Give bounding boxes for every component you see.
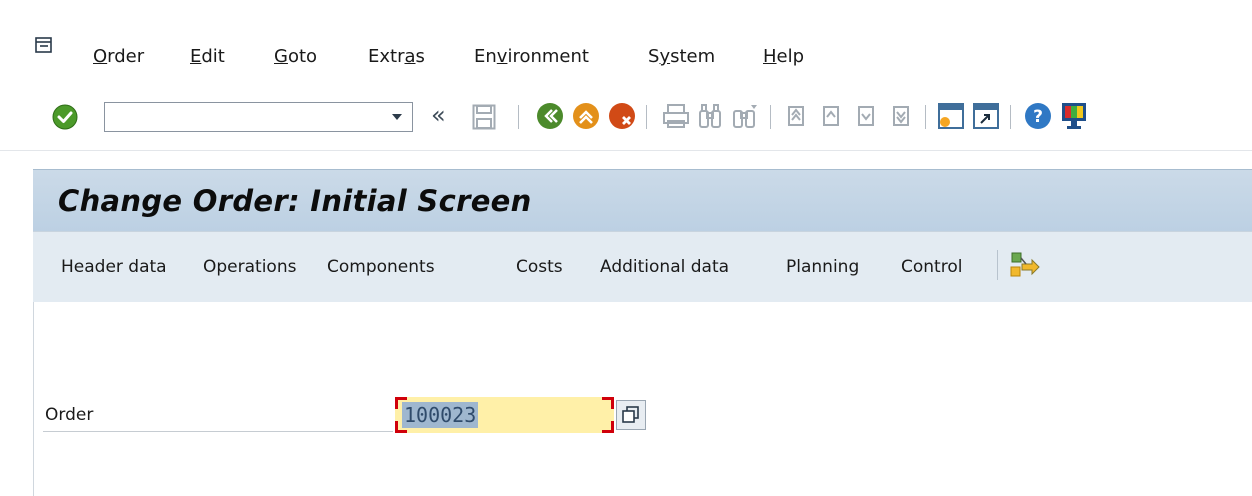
previous-page-icon[interactable]: [818, 103, 844, 129]
menu-list-icon[interactable]: [35, 37, 53, 54]
required-marker-bottom-left: [395, 421, 407, 433]
order-input-value: 100023: [402, 402, 479, 428]
control-button[interactable]: Control: [901, 257, 962, 277]
command-field[interactable]: [104, 102, 413, 132]
costs-button[interactable]: Costs: [516, 257, 563, 277]
menu-environment[interactable]: Environment: [474, 46, 589, 67]
order-input[interactable]: 100023: [395, 397, 614, 433]
find-next-icon[interactable]: [731, 103, 759, 129]
toolbar-separator: [997, 250, 998, 280]
help-icon[interactable]: ?: [1023, 101, 1053, 131]
shortcut-icon[interactable]: [972, 102, 1000, 130]
exit-icon[interactable]: [571, 101, 601, 131]
collapse-chevron-icon[interactable]: «: [431, 101, 446, 129]
work-area: Order 100023: [33, 302, 1252, 496]
toolbar-separator: [925, 105, 926, 129]
header-data-button[interactable]: Header data: [61, 257, 167, 277]
svg-text:?: ?: [1033, 107, 1043, 127]
order-label: Order: [45, 405, 94, 425]
cancel-icon[interactable]: [607, 101, 637, 131]
first-page-icon[interactable]: [783, 103, 809, 129]
menu-extras[interactable]: Extras: [368, 46, 425, 67]
page-title-bar: Change Order: Initial Screen: [33, 169, 1252, 232]
operations-button[interactable]: Operations: [203, 257, 296, 277]
find-icon[interactable]: [697, 103, 723, 129]
print-icon[interactable]: [662, 103, 690, 129]
next-page-icon[interactable]: [853, 103, 879, 129]
required-marker-top-left: [395, 397, 407, 409]
menu-bar: Order Edit Goto Extras Environment Syste…: [0, 0, 1252, 88]
standard-toolbar: « ?: [0, 92, 1252, 151]
required-marker-bottom-right: [602, 421, 614, 433]
toolbar-separator: [1010, 105, 1011, 129]
menu-edit[interactable]: Edit: [190, 46, 225, 67]
search-help-icon: [622, 406, 639, 423]
create-session-icon[interactable]: [937, 102, 965, 130]
required-marker-top-right: [602, 397, 614, 409]
enter-icon[interactable]: [51, 103, 79, 131]
command-dropdown-icon[interactable]: [392, 114, 402, 120]
workflow-icon[interactable]: [1008, 250, 1040, 282]
menu-system[interactable]: System: [648, 46, 715, 67]
menu-order[interactable]: Order: [93, 46, 144, 67]
planning-button[interactable]: Planning: [786, 257, 859, 277]
search-help-button[interactable]: [616, 400, 646, 430]
application-toolbar: Header data Operations Components Costs …: [33, 231, 1252, 303]
menu-help[interactable]: Help: [763, 46, 804, 67]
toolbar-separator: [770, 105, 771, 129]
save-icon[interactable]: [472, 104, 496, 130]
additional-data-button[interactable]: Additional data: [600, 257, 729, 277]
toolbar-separator: [646, 105, 647, 129]
page-title: Change Order: Initial Screen: [58, 184, 532, 218]
toolbar-separator: [518, 105, 519, 129]
components-button[interactable]: Components: [327, 257, 435, 277]
back-icon[interactable]: [535, 101, 565, 131]
last-page-icon[interactable]: [888, 103, 914, 129]
label-divider: [43, 431, 393, 432]
customize-layout-icon[interactable]: [1060, 101, 1088, 131]
menu-goto[interactable]: Goto: [274, 46, 317, 67]
